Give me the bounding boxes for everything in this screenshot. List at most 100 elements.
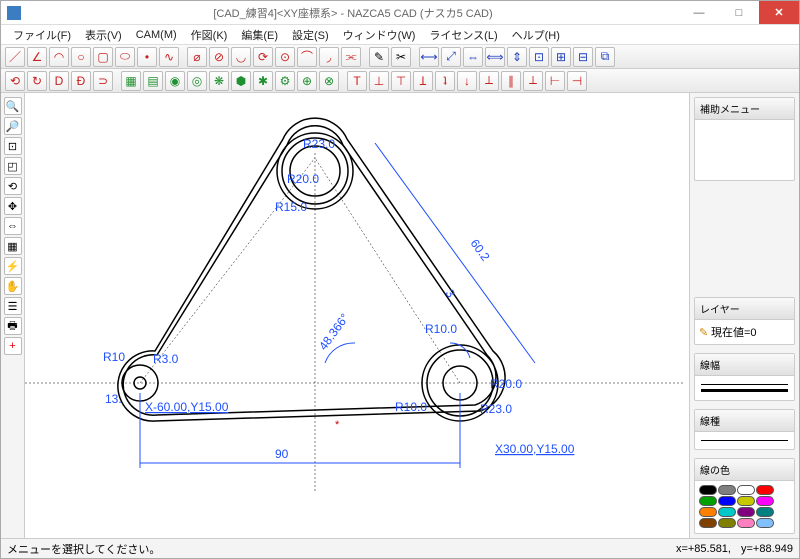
- linewidth-body[interactable]: [695, 376, 794, 400]
- tool-dim2-icon[interactable]: ⤢: [441, 47, 461, 67]
- print-icon[interactable]: 🖶: [4, 317, 22, 335]
- tool-r3-icon[interactable]: D: [49, 71, 69, 91]
- tool-g2-icon[interactable]: ▤: [143, 71, 163, 91]
- tool-g8-icon[interactable]: ⚙: [275, 71, 295, 91]
- tool-r4-icon[interactable]: Ð: [71, 71, 91, 91]
- zoom-in-icon[interactable]: 🔍: [4, 97, 22, 115]
- color-swatch[interactable]: [756, 518, 774, 528]
- tool-t6-icon[interactable]: ↓: [457, 71, 477, 91]
- tool-join-icon[interactable]: ⌒: [297, 47, 317, 67]
- tool-g5-icon[interactable]: ❋: [209, 71, 229, 91]
- tool-circle-icon[interactable]: ○: [71, 47, 91, 67]
- color-swatch[interactable]: [756, 485, 774, 495]
- minimize-button[interactable]: —: [679, 1, 719, 24]
- layer-value[interactable]: 現在値=0: [711, 327, 757, 339]
- tool-t3-icon[interactable]: ⊤: [391, 71, 411, 91]
- color-swatch[interactable]: [718, 485, 736, 495]
- layer-icon[interactable]: ☰: [4, 297, 22, 315]
- tool-g7-icon[interactable]: ✱: [253, 71, 273, 91]
- move-icon[interactable]: ⇔: [4, 217, 22, 235]
- tool-dim3-icon[interactable]: ⇔: [463, 47, 483, 67]
- tool-t1-icon[interactable]: T: [347, 71, 367, 91]
- tool-dim7-icon[interactable]: ⊞: [551, 47, 571, 67]
- tool-g9-icon[interactable]: ⊕: [297, 71, 317, 91]
- tool-t7-icon[interactable]: ⟂: [479, 71, 499, 91]
- tool-chain-icon[interactable]: ⫘: [341, 47, 361, 67]
- tool-t10-icon[interactable]: ⊢: [545, 71, 565, 91]
- close-button[interactable]: ✕: [759, 1, 799, 24]
- color-swatch[interactable]: [718, 496, 736, 506]
- menu-edit[interactable]: 編集(E): [235, 25, 284, 45]
- tool-r1-icon[interactable]: ⟲: [5, 71, 25, 91]
- tool-t9-icon[interactable]: ⟂: [523, 71, 543, 91]
- menu-settings[interactable]: 設定(S): [286, 25, 335, 45]
- color-swatches[interactable]: [695, 481, 794, 533]
- grid-icon[interactable]: ▦: [4, 237, 22, 255]
- right-panel: 補助メニュー レイヤー ✎ 現在値=0 線幅 線種 線の色: [689, 93, 799, 538]
- tool-tangent-icon[interactable]: ⊙: [275, 47, 295, 67]
- tool-point-icon[interactable]: •: [137, 47, 157, 67]
- tool-t8-icon[interactable]: ∥: [501, 71, 521, 91]
- plus-icon[interactable]: +: [4, 337, 22, 355]
- color-swatch[interactable]: [737, 518, 755, 528]
- tool-r5-icon[interactable]: ⊃: [93, 71, 113, 91]
- tool-dim4-icon[interactable]: ⟺: [485, 47, 505, 67]
- tool-r2-icon[interactable]: ↻: [27, 71, 47, 91]
- color-swatch[interactable]: [718, 507, 736, 517]
- tool-t4-icon[interactable]: Ʇ: [413, 71, 433, 91]
- tool-dim-icon[interactable]: ⊘: [209, 47, 229, 67]
- tool-spline-icon[interactable]: ∿: [159, 47, 179, 67]
- color-swatch[interactable]: [699, 485, 717, 495]
- pan-icon[interactable]: ✥: [4, 197, 22, 215]
- linestyle-body[interactable]: [695, 432, 794, 449]
- tool-dim8-icon[interactable]: ⊟: [573, 47, 593, 67]
- tool-arc2-icon[interactable]: ◡: [231, 47, 251, 67]
- tool-dim5-icon[interactable]: ⇕: [507, 47, 527, 67]
- menu-view[interactable]: 表示(V): [79, 25, 128, 45]
- zoom-prev-icon[interactable]: ⟲: [4, 177, 22, 195]
- color-swatch[interactable]: [756, 496, 774, 506]
- tool-t5-icon[interactable]: ʇ: [435, 71, 455, 91]
- zoom-fit-icon[interactable]: ⊡: [4, 137, 22, 155]
- color-swatch[interactable]: [756, 507, 774, 517]
- tool-dim1-icon[interactable]: ⟷: [419, 47, 439, 67]
- tool-fillet-icon[interactable]: ◞: [319, 47, 339, 67]
- tool-g4-icon[interactable]: ◎: [187, 71, 207, 91]
- tool-ellipse-icon[interactable]: ⬭: [115, 47, 135, 67]
- hand-icon[interactable]: ✋: [4, 277, 22, 295]
- color-swatch[interactable]: [737, 485, 755, 495]
- tool-edit-icon[interactable]: ✎: [369, 47, 389, 67]
- tool-dim6-icon[interactable]: ⊡: [529, 47, 549, 67]
- menu-file[interactable]: ファイル(F): [7, 25, 77, 45]
- zoom-out-icon[interactable]: 🔎: [4, 117, 22, 135]
- zoom-window-icon[interactable]: ◰: [4, 157, 22, 175]
- color-swatch[interactable]: [699, 507, 717, 517]
- tool-g10-icon[interactable]: ⊗: [319, 71, 339, 91]
- refresh-icon[interactable]: ⚡: [4, 257, 22, 275]
- maximize-button[interactable]: □: [719, 1, 759, 24]
- tool-cross-icon[interactable]: ✂: [391, 47, 411, 67]
- menu-license[interactable]: ライセンス(L): [423, 25, 503, 45]
- tool-g6-icon[interactable]: ⬢: [231, 71, 251, 91]
- color-swatch[interactable]: [737, 496, 755, 506]
- tool-angle-icon[interactable]: ∠: [27, 47, 47, 67]
- tool-t11-icon[interactable]: ⊣: [567, 71, 587, 91]
- menu-cam[interactable]: CAM(M): [130, 27, 183, 43]
- tool-dim9-icon[interactable]: ⧉: [595, 47, 615, 67]
- tool-arc-icon[interactable]: ◠: [49, 47, 69, 67]
- color-swatch[interactable]: [699, 518, 717, 528]
- menu-draw[interactable]: 作図(K): [185, 25, 234, 45]
- menu-window[interactable]: ウィンドウ(W): [337, 25, 422, 45]
- tool-t2-icon[interactable]: ⊥: [369, 71, 389, 91]
- color-swatch[interactable]: [699, 496, 717, 506]
- color-swatch[interactable]: [718, 518, 736, 528]
- tool-g1-icon[interactable]: ▦: [121, 71, 141, 91]
- tool-line-icon[interactable]: ／: [5, 47, 25, 67]
- drawing-canvas[interactable]: * 90 60.2 3 48.366° R23.0 R20.0 R15.0 R1…: [25, 93, 689, 538]
- color-swatch[interactable]: [737, 507, 755, 517]
- menu-help[interactable]: ヘルプ(H): [506, 25, 566, 45]
- tool-bolt-icon[interactable]: ⌀: [187, 47, 207, 67]
- tool-arc3-icon[interactable]: ⟳: [253, 47, 273, 67]
- tool-rect-icon[interactable]: ▢: [93, 47, 113, 67]
- tool-g3-icon[interactable]: ◉: [165, 71, 185, 91]
